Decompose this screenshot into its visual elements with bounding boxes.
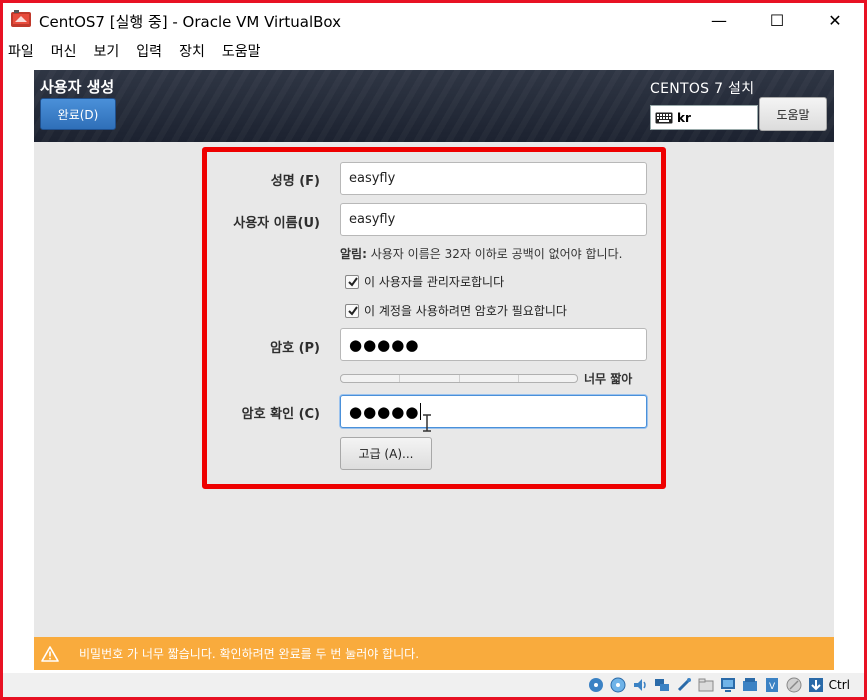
host-key-label: Ctrl (828, 678, 850, 692)
confirm-password-input[interactable]: ●●●●● (340, 395, 647, 428)
close-button[interactable]: ✕ (806, 3, 864, 37)
virtualbox-icon (11, 10, 31, 27)
window-title: CentOS7 [실행 중] - Oracle VM VirtualBox (39, 13, 341, 31)
menu-help[interactable]: 도움말 (222, 41, 261, 61)
video-capture-icon[interactable] (741, 676, 759, 694)
keyboard-layout-text: kr (677, 110, 691, 125)
keyboard-capture-icon[interactable] (807, 676, 825, 694)
fullname-label: 성명 (F) (270, 174, 320, 189)
username-input[interactable]: easyfly (340, 203, 647, 236)
minimize-button[interactable]: — (690, 3, 748, 37)
keyboard-icon (655, 112, 673, 123)
password-input[interactable]: ●●●●● (340, 328, 647, 361)
done-button[interactable]: 완료(D) (40, 98, 116, 130)
checkmark-icon (348, 305, 358, 316)
vm-screen[interactable]: 사용자 생성 완료(D) CENTOS 7 설치 kr 도움말 성명 (F) e… (34, 70, 834, 670)
window-titlebar[interactable]: CentOS7 [실행 중] - Oracle VM VirtualBox — … (3, 3, 864, 37)
display-icon[interactable] (719, 676, 737, 694)
password-strength-bar (340, 374, 578, 383)
fullname-input[interactable]: easyfly (340, 162, 647, 195)
usb-icon[interactable] (675, 676, 693, 694)
password-label: 암호 (P) (270, 341, 320, 356)
help-button[interactable]: 도움말 (759, 97, 827, 131)
menu-file[interactable]: 파일 (8, 41, 34, 61)
status-bar: V Ctrl (3, 673, 864, 697)
checkmark-icon (348, 276, 358, 287)
menu-devices[interactable]: 장치 (179, 41, 205, 61)
keyboard-layout-indicator[interactable]: kr (650, 105, 758, 130)
menu-machine[interactable]: 머신 (51, 41, 77, 61)
menu-view[interactable]: 보기 (94, 41, 120, 61)
menu-input[interactable]: 입력 (136, 41, 162, 61)
admin-checkbox-box[interactable] (345, 274, 359, 289)
require-password-checkbox[interactable]: 이 계정을 사용하려면 암호가 필요합니다 (345, 302, 567, 319)
audio-icon[interactable] (631, 676, 649, 694)
require-password-checkbox-box[interactable] (345, 303, 359, 318)
menu-bar: 파일 머신 보기 입력 장치 도움말 (3, 38, 864, 64)
mouse-integration-icon[interactable] (785, 676, 803, 694)
hard-disk-icon[interactable] (587, 676, 605, 694)
installer-header: 사용자 생성 완료(D) CENTOS 7 설치 kr 도움말 (34, 70, 834, 142)
status-tray: V Ctrl (583, 676, 850, 694)
warning-bar[interactable]: 비밀번호 가 너무 짧습니다. 확인하려면 완료를 두 번 눌러야 합니다. (34, 637, 834, 670)
confirm-password-label: 암호 확인 (C) (241, 407, 320, 422)
warning-text: 비밀번호 가 너무 짧습니다. 확인하려면 완료를 두 번 눌러야 합니다. (79, 647, 420, 661)
warning-icon (41, 645, 59, 662)
page-title: 사용자 생성 (40, 78, 115, 96)
username-label: 사용자 이름(U) (233, 216, 320, 231)
admin-checkbox[interactable]: 이 사용자를 관리자로합니다 (345, 273, 504, 290)
ibeam-cursor-icon (423, 414, 431, 432)
username-hint: 알림: 사용자 이름은 32자 이하로 공백이 없어야 합니다. (340, 247, 623, 261)
network-icon[interactable] (653, 676, 671, 694)
virtualization-icon[interactable]: V (763, 676, 781, 694)
maximize-button[interactable]: ☐ (748, 3, 806, 37)
shared-folder-icon[interactable] (697, 676, 715, 694)
optical-drive-icon[interactable] (609, 676, 627, 694)
advanced-button[interactable]: 고급 (A)... (340, 437, 432, 470)
password-strength-text: 너무 짧아 (584, 372, 633, 386)
svg-text:V: V (769, 682, 776, 692)
install-title: CENTOS 7 설치 (650, 81, 755, 97)
